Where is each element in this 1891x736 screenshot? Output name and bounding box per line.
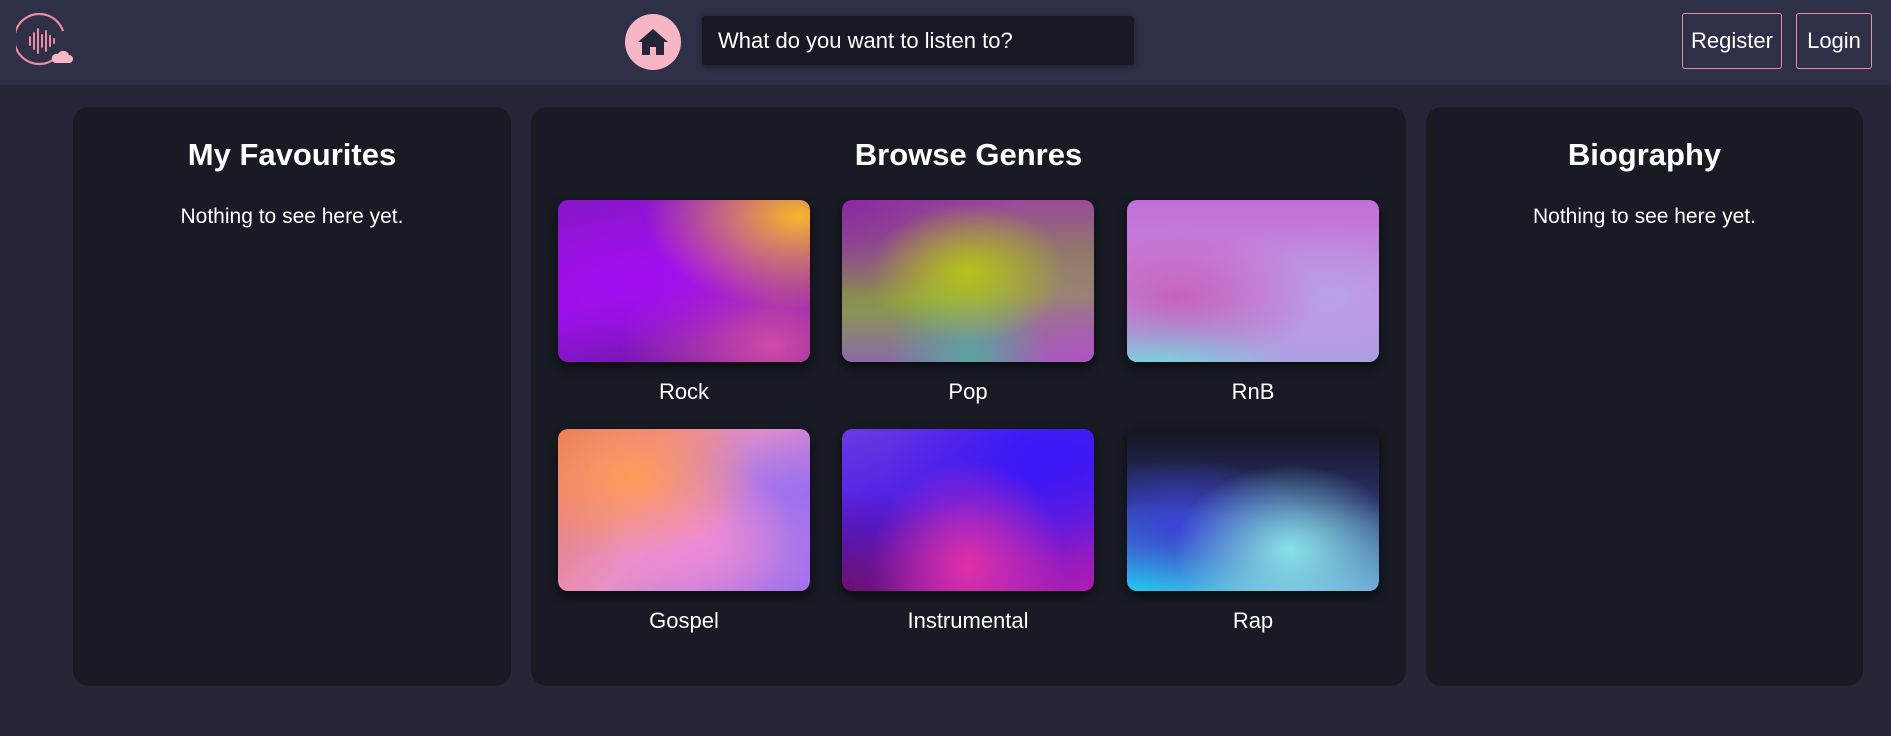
register-button[interactable]: Register [1682, 13, 1782, 69]
genre-card-pop[interactable] [842, 200, 1094, 362]
genre-card-gospel[interactable] [558, 429, 810, 591]
top-navbar: Register Login [0, 0, 1891, 85]
favourites-panel: My Favourites Nothing to see here yet. [73, 107, 511, 686]
home-button[interactable] [625, 14, 681, 70]
home-icon [638, 29, 668, 55]
genre-label-rock[interactable]: Rock [558, 379, 810, 405]
login-button[interactable]: Login [1796, 13, 1872, 69]
biography-panel: Biography Nothing to see here yet. [1426, 107, 1863, 686]
genre-label-gospel[interactable]: Gospel [558, 608, 810, 634]
favourites-title: My Favourites [187, 137, 397, 172]
biography-title: Biography [1567, 137, 1722, 172]
genre-card-instrumental[interactable] [842, 429, 1094, 591]
genre-card-rnb[interactable] [1127, 200, 1379, 362]
genre-card-rap[interactable] [1127, 429, 1379, 591]
favourites-empty-text: Nothing to see here yet. [180, 205, 404, 228]
genre-card-rock[interactable] [558, 200, 810, 362]
biography-empty-text: Nothing to see here yet. [1533, 205, 1756, 228]
genres-title: Browse Genres [854, 137, 1083, 172]
genre-label-pop[interactable]: Pop [842, 379, 1094, 405]
genre-label-rap[interactable]: Rap [1127, 608, 1379, 634]
genre-label-instrumental[interactable]: Instrumental [842, 608, 1094, 634]
genre-label-rnb[interactable]: RnB [1127, 379, 1379, 405]
search-input[interactable] [702, 16, 1134, 65]
soundwave-cloud-icon[interactable] [13, 12, 74, 69]
